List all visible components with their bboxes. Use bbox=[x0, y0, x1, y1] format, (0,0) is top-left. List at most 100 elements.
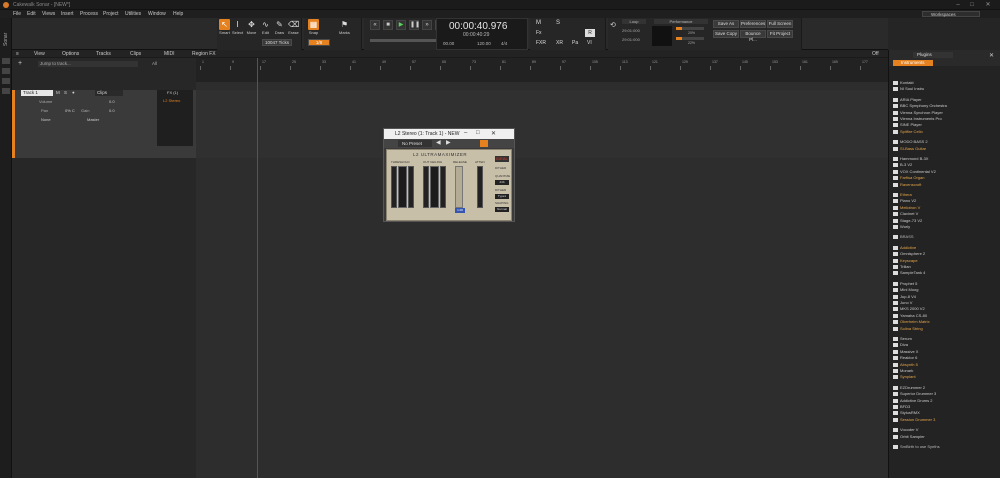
browser-list-item[interactable]: Juno V bbox=[893, 300, 999, 305]
browser-list-item[interactable]: MODO BASS 2 bbox=[893, 139, 999, 144]
browser-list-item[interactable]: VOX Continental V2 bbox=[893, 169, 999, 174]
preset-select[interactable]: No Preset bbox=[398, 140, 432, 147]
preferences-button[interactable]: Preferences bbox=[740, 20, 766, 28]
clips-select[interactable]: Clips bbox=[95, 90, 123, 96]
browser-tab-select[interactable]: Plugins bbox=[913, 52, 953, 58]
clips-menu[interactable]: Clips bbox=[130, 51, 141, 57]
menu-help[interactable]: Help bbox=[173, 10, 183, 18]
browser-list-item[interactable]: Absynth 5 bbox=[893, 362, 999, 367]
browser-list-item[interactable]: Prophet 5 bbox=[893, 281, 999, 286]
plugin-maximize-icon[interactable]: □ bbox=[476, 130, 480, 136]
snap-value-select[interactable]: 1/8 bbox=[308, 39, 330, 46]
fx-rack-header[interactable]: FX (1) bbox=[167, 90, 178, 95]
browser-list-item[interactable]: Ethera bbox=[893, 192, 999, 197]
browser-list-item[interactable]: Mellotron V bbox=[893, 205, 999, 210]
fx-toggle[interactable]: Fx bbox=[536, 30, 542, 36]
track-name-field[interactable]: Track 1 bbox=[21, 90, 53, 96]
browser-list-item[interactable]: EZDrummer 2 bbox=[893, 385, 999, 390]
save-copy-button[interactable]: Save Copy bbox=[713, 30, 739, 38]
view-menu[interactable]: View bbox=[34, 51, 45, 57]
gain-value[interactable]: 0.0 bbox=[109, 108, 115, 113]
browser-list-item[interactable]: Spitfire Cello bbox=[893, 129, 999, 134]
now-time-cursor[interactable] bbox=[257, 58, 258, 478]
browser-list-item[interactable]: BRASS bbox=[893, 234, 999, 239]
timeline-ruler[interactable]: 1 9 17 25 33 41 49 57 65 73 81 89 97 105 113 121 129 137 1… bbox=[196, 58, 888, 82]
plugin-close-icon[interactable]: ✕ bbox=[491, 130, 496, 137]
browser-list-item[interactable]: Orbit Sampler bbox=[893, 434, 999, 439]
save-as-button[interactable]: Save As bbox=[713, 20, 739, 28]
fxr-toggle[interactable]: FXR bbox=[536, 40, 546, 46]
pan-value[interactable]: 0% C bbox=[65, 108, 75, 113]
browser-list-item[interactable]: Addictive bbox=[893, 245, 999, 250]
browser-list-item[interactable]: SI-Bass Guitar bbox=[893, 146, 999, 151]
browser-list-item[interactable]: Session Drummer 3 bbox=[893, 417, 999, 422]
meter-value[interactable]: 4/4 bbox=[501, 41, 507, 46]
browser-list-item[interactable]: Oberheim Matrix bbox=[893, 319, 999, 324]
browser-list-item[interactable]: Clavinet V bbox=[893, 211, 999, 216]
track-1-header[interactable]: Track 1 M S ● Clips Volume 0.0 Pan 0% C … bbox=[12, 90, 196, 158]
browser-list-item[interactable]: Vienna Synchron Player bbox=[893, 110, 999, 115]
volume-value[interactable]: 0.0 bbox=[109, 99, 115, 104]
instruments-tab[interactable]: Instruments bbox=[893, 60, 933, 66]
sidebar-tab-icon[interactable] bbox=[2, 68, 10, 74]
full-screen-button[interactable]: Full Screen bbox=[767, 20, 793, 28]
browser-list-item[interactable]: Farfisa Organ bbox=[893, 175, 999, 180]
fit-project-button[interactable]: Fit Project bbox=[767, 30, 793, 38]
browser-list-item[interactable]: Vienna Instruments Pro bbox=[893, 116, 999, 121]
rewind-icon[interactable]: « bbox=[370, 20, 380, 30]
fx-plugin-l2[interactable]: L2 Stereo bbox=[163, 98, 180, 103]
browser-close-icon[interactable]: ✕ bbox=[989, 52, 994, 59]
track-1-lane[interactable] bbox=[196, 90, 888, 158]
shaping-select[interactable]: Normal bbox=[495, 207, 509, 212]
select-tool[interactable]: I Select bbox=[232, 19, 243, 37]
release-slider[interactable] bbox=[455, 166, 463, 208]
position-slider[interactable] bbox=[370, 39, 444, 42]
browser-list-item[interactable]: Synplant bbox=[893, 374, 999, 379]
browser-list-item[interactable]: SINE Player bbox=[893, 122, 999, 127]
xr-toggle[interactable]: XR bbox=[556, 40, 563, 46]
close-icon[interactable]: ✕ bbox=[982, 1, 994, 9]
loop-end[interactable]: 29:01:000 bbox=[622, 37, 640, 42]
browser-list-item[interactable]: Serum bbox=[893, 336, 999, 341]
menu-views[interactable]: Views bbox=[42, 10, 55, 18]
pa-toggle[interactable]: Pa bbox=[572, 40, 578, 46]
browser-list-item[interactable]: Keyscape bbox=[893, 258, 999, 263]
workspace-select[interactable]: Workspaces bbox=[922, 11, 980, 17]
track-filter-select[interactable]: All bbox=[152, 61, 157, 66]
record-arm-button[interactable]: ● bbox=[72, 90, 75, 95]
browser-list-item[interactable]: Hammond B-3X bbox=[893, 156, 999, 161]
solo-toggle[interactable]: S bbox=[556, 20, 560, 26]
browser-list-item[interactable]: Trilian bbox=[893, 264, 999, 269]
fast-forward-icon[interactable]: » bbox=[422, 20, 432, 30]
browser-list-item[interactable]: ARIA Player bbox=[893, 97, 999, 102]
browser-list-item[interactable]: Monark bbox=[893, 368, 999, 373]
next-preset-icon[interactable]: ▶ bbox=[446, 139, 451, 146]
mute-button[interactable]: M bbox=[56, 90, 60, 95]
menu-process[interactable]: Process bbox=[80, 10, 98, 18]
ticks-select[interactable]: 10047 Ticks bbox=[262, 39, 292, 46]
dither-select[interactable]: Type1 bbox=[495, 194, 509, 199]
automation-icon[interactable] bbox=[480, 140, 488, 147]
browser-list-item[interactable]: Stage-73 V2 bbox=[893, 218, 999, 223]
tracks-menu[interactable]: Tracks bbox=[96, 51, 111, 57]
key-value[interactable]: 00.00 bbox=[443, 41, 454, 46]
plugin-minimize-icon[interactable]: – bbox=[464, 130, 467, 136]
quantize-select[interactable]: 24b bbox=[495, 180, 509, 185]
solo-button[interactable]: S bbox=[64, 90, 67, 95]
browser-list-item[interactable]: NI Soul Instru bbox=[893, 86, 999, 91]
smart-tool[interactable]: ↖ Smart bbox=[219, 19, 230, 37]
move-tool[interactable]: ✥ Move bbox=[246, 19, 257, 37]
sidebar-tab-icon[interactable] bbox=[2, 78, 10, 84]
browser-list-item[interactable]: Ravenscroft bbox=[893, 182, 999, 187]
browser-list-item[interactable]: Superior Drummer 3 bbox=[893, 391, 999, 396]
vi-toggle[interactable]: VI bbox=[587, 40, 592, 46]
browser-list-item[interactable]: Massive X bbox=[893, 349, 999, 354]
browser-list-item[interactable]: Diva bbox=[893, 342, 999, 347]
browser-list-item[interactable]: Mini Moog bbox=[893, 287, 999, 292]
mute-toggle[interactable]: M bbox=[536, 20, 541, 26]
draw-tool[interactable]: ✎ Draw bbox=[274, 19, 285, 37]
browser-list-item[interactable]: B-3 V2 bbox=[893, 162, 999, 167]
browser-list-item[interactable]: Wurly bbox=[893, 224, 999, 229]
browser-list-item[interactable]: BFD3 bbox=[893, 404, 999, 409]
loop-icon[interactable]: ⟲ bbox=[610, 21, 616, 29]
